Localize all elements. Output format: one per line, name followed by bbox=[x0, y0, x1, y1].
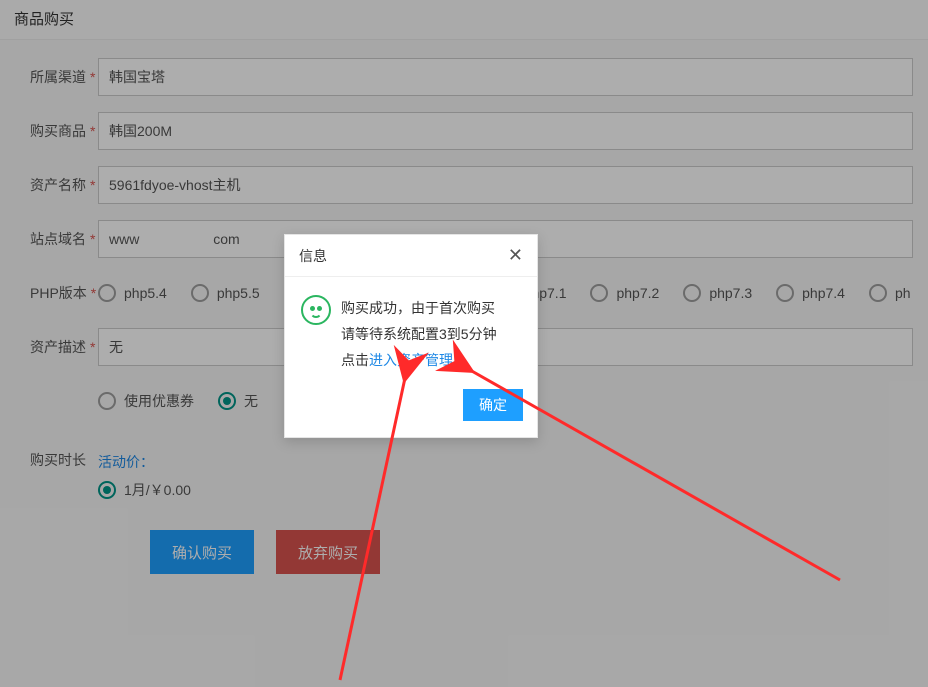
modal-body: 购买成功，由于首次购买 请等待系统配置3到5分钟 点击进入资产管理 bbox=[285, 277, 537, 381]
info-modal: 信息 ✕ 购买成功，由于首次购买 请等待系统配置3到5分钟 点击进入资产管理 确… bbox=[284, 234, 538, 438]
modal-message: 购买成功，由于首次购买 请等待系统配置3到5分钟 点击进入资产管理 bbox=[341, 295, 497, 373]
modal-footer: 确定 bbox=[285, 381, 537, 437]
modal-line-3: 点击进入资产管理 bbox=[341, 347, 497, 373]
modal-header: 信息 ✕ bbox=[285, 235, 537, 277]
page: 商品购买 所属渠道* 购买商品* 资产名称* bbox=[0, 0, 928, 687]
asset-manage-link[interactable]: 进入资产管理 bbox=[369, 352, 453, 368]
modal-ok-button[interactable]: 确定 bbox=[463, 389, 523, 421]
modal-line-1: 购买成功，由于首次购买 bbox=[341, 295, 497, 321]
success-icon bbox=[301, 295, 331, 325]
modal-line-2: 请等待系统配置3到5分钟 bbox=[341, 321, 497, 347]
close-icon[interactable]: ✕ bbox=[508, 245, 523, 266]
modal-title: 信息 bbox=[299, 246, 327, 266]
